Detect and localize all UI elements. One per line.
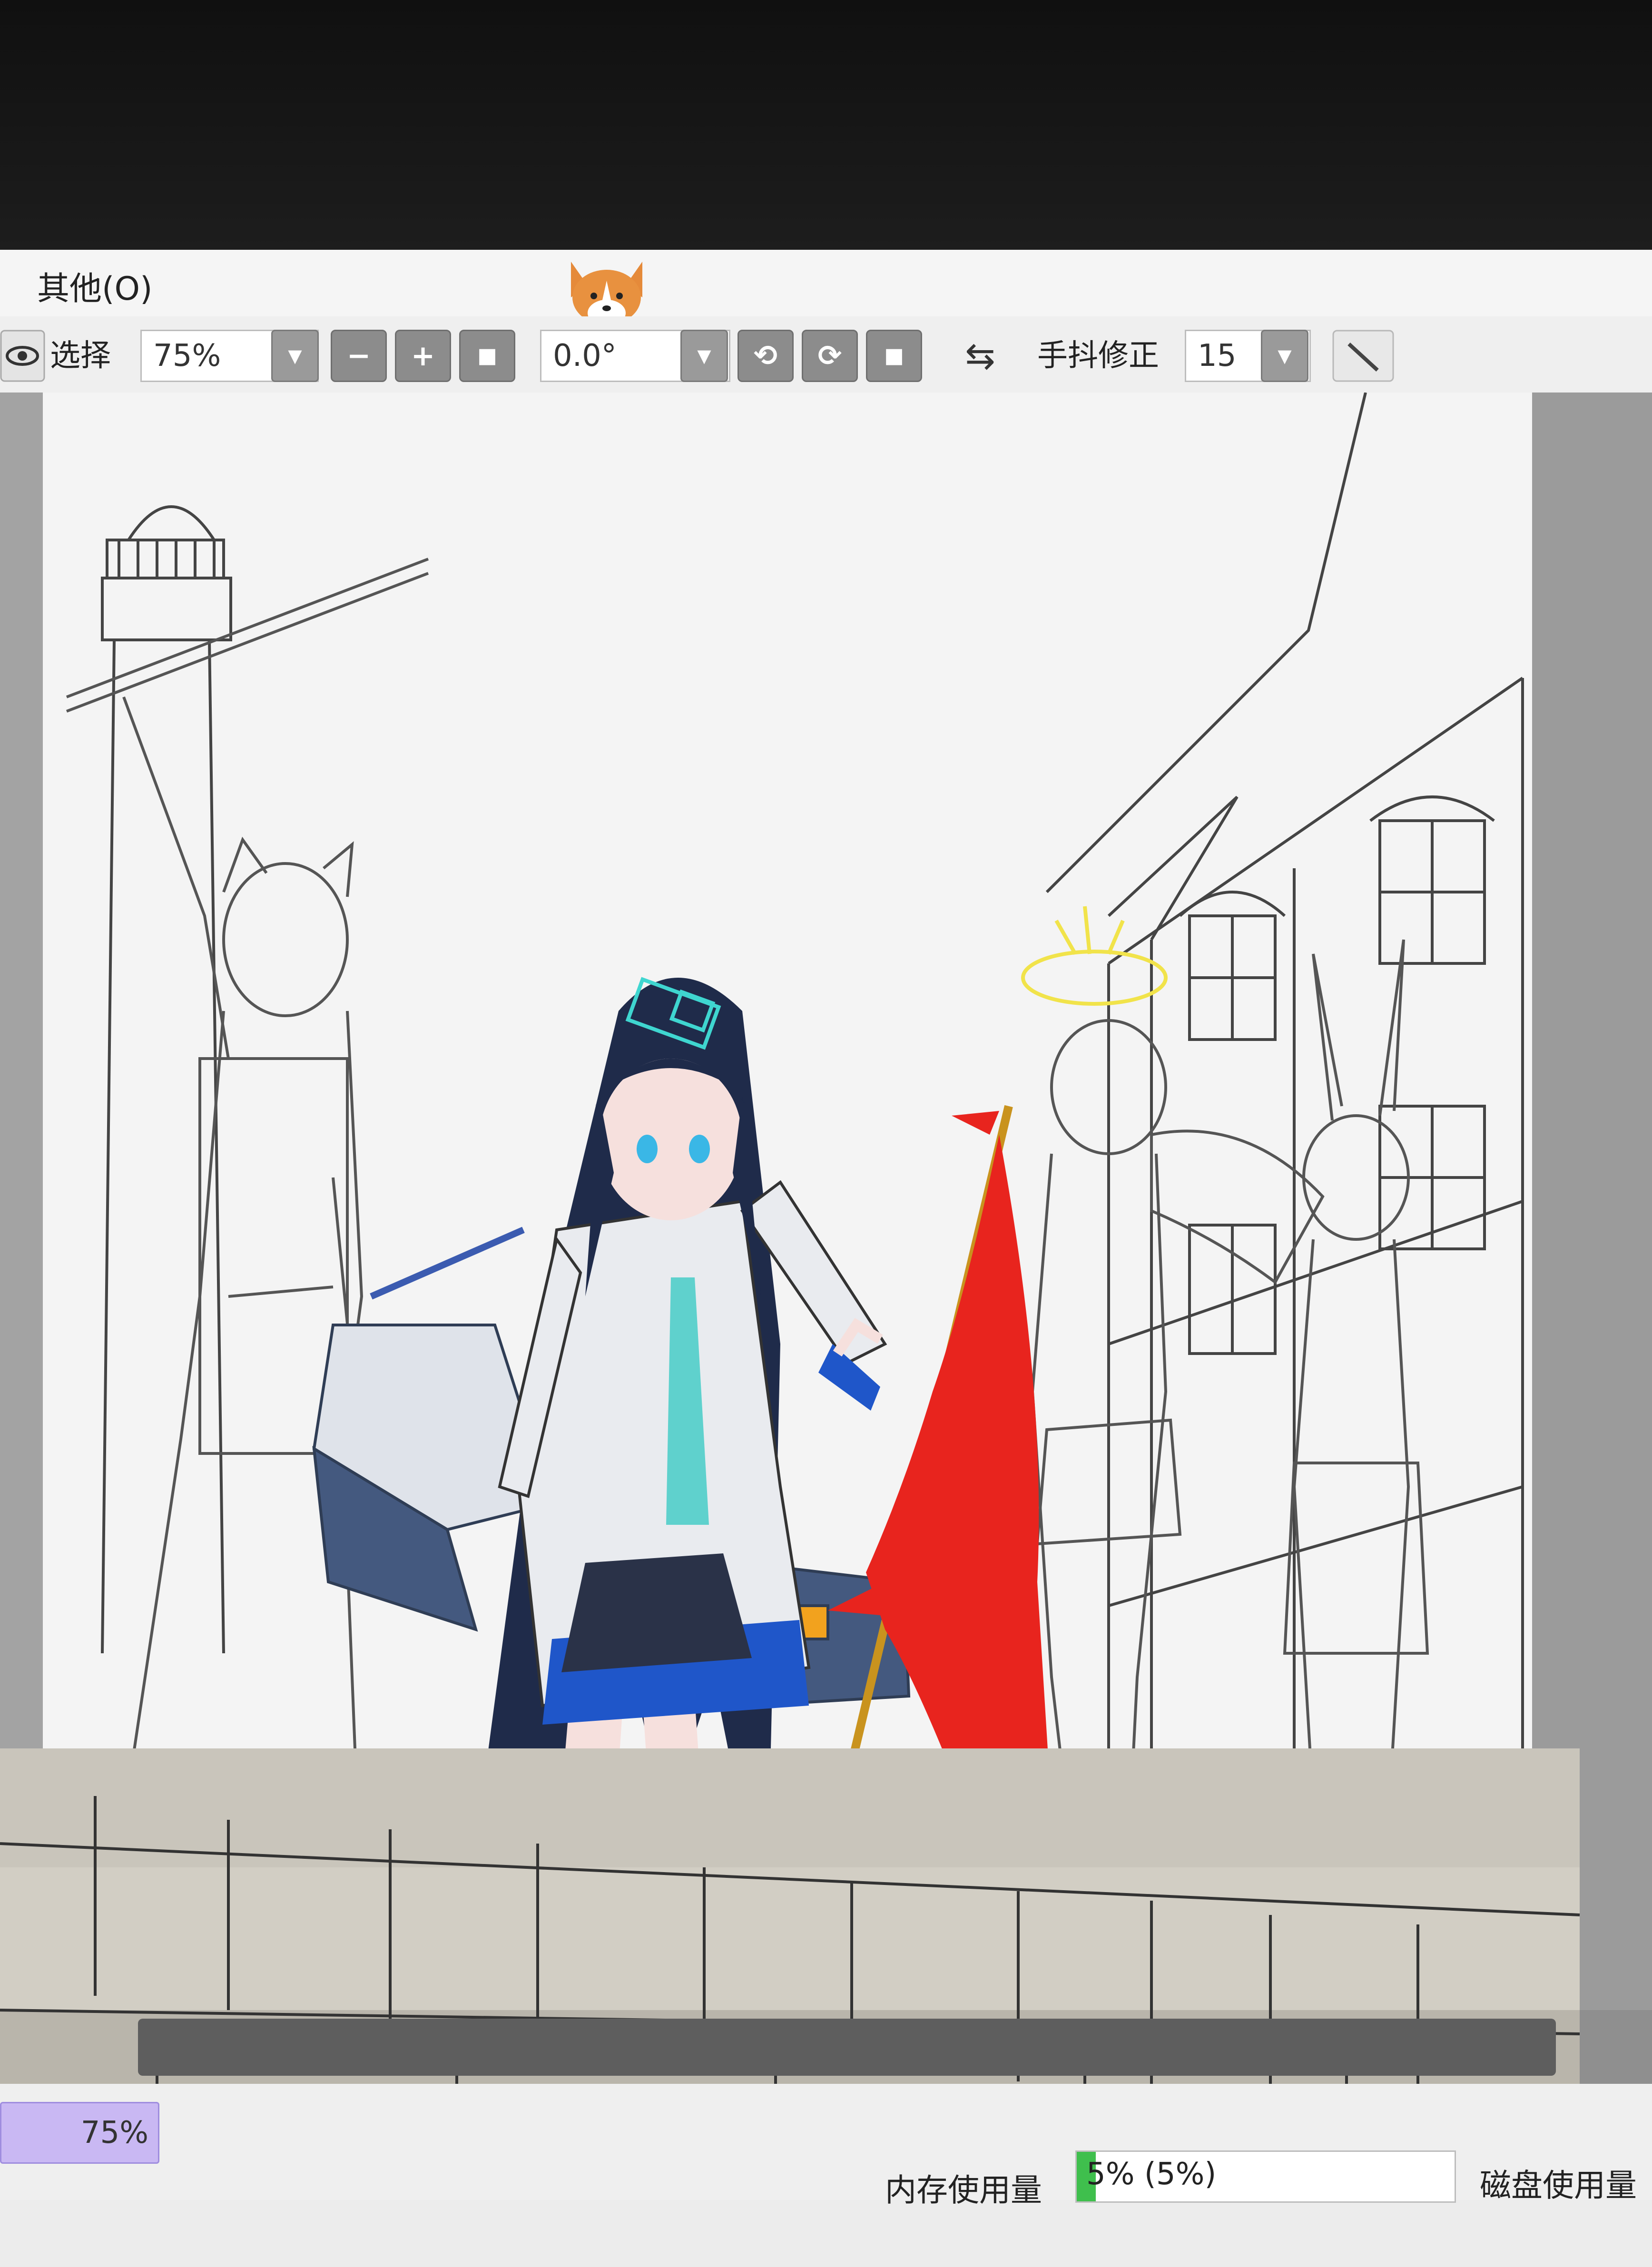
zoom-reset-button[interactable]: ■ xyxy=(459,330,515,382)
stabilizer-dropdown-button[interactable]: ▼ xyxy=(1261,330,1308,382)
chevron-down-icon: ▼ xyxy=(288,345,302,366)
eye-icon[interactable] xyxy=(0,330,45,382)
canvas-area[interactable] xyxy=(0,393,1652,2267)
zoom-status-field[interactable]: 75% xyxy=(0,2102,159,2164)
rotate-ccw-button[interactable]: ⟲ xyxy=(738,330,794,382)
artwork-canvas[interactable] xyxy=(0,393,1652,2267)
pen-tool-icon[interactable] xyxy=(1332,330,1394,382)
paint-app-window: 其他(O) 选择 75% ▼ − + ■ 0.0° ▼ ⟲ ⟳ ■ ⇆ 手抖修正… xyxy=(0,250,1652,2267)
select-label[interactable]: 选择 xyxy=(50,330,111,382)
status-bar: 75% 内存使用量 5% (5%) 磁盘使用量 xyxy=(0,2084,1652,2208)
menu-other[interactable]: 其他(O) xyxy=(37,262,153,309)
flip-horizontal-icon[interactable]: ⇆ xyxy=(942,330,1018,382)
menu-bar: 其他(O) xyxy=(0,250,1652,326)
disk-usage-label: 磁盘使用量 xyxy=(1480,2167,1637,2204)
memory-usage-value: 5% (5%) xyxy=(1086,2157,1217,2192)
zoom-dropdown-button[interactable]: ▼ xyxy=(271,330,319,382)
zoom-out-button[interactable]: − xyxy=(331,330,387,382)
chevron-down-icon: ▼ xyxy=(697,345,711,366)
memory-usage-label: 内存使用量 xyxy=(885,2172,1042,2208)
rotate-cw-button[interactable]: ⟳ xyxy=(802,330,858,382)
rotate-reset-button[interactable]: ■ xyxy=(866,330,922,382)
stabilizer-label: 手抖修正 xyxy=(1037,338,1159,373)
rotation-dropdown-button[interactable]: ▼ xyxy=(680,330,728,382)
zoom-value: 75% xyxy=(153,338,221,373)
screen-bezel xyxy=(0,0,1652,250)
memory-usage-meter: 5% (5%) xyxy=(1075,2150,1456,2203)
stabilizer-value: 15 xyxy=(1198,338,1237,373)
horizontal-scrollbar[interactable] xyxy=(138,2019,1556,2076)
toolbar: 选择 75% ▼ − + ■ 0.0° ▼ ⟲ ⟳ ■ ⇆ 手抖修正 15 ▼ xyxy=(0,316,1652,394)
chevron-down-icon: ▼ xyxy=(1278,345,1292,366)
rotation-value: 0.0° xyxy=(553,338,617,373)
zoom-in-button[interactable]: + xyxy=(395,330,451,382)
